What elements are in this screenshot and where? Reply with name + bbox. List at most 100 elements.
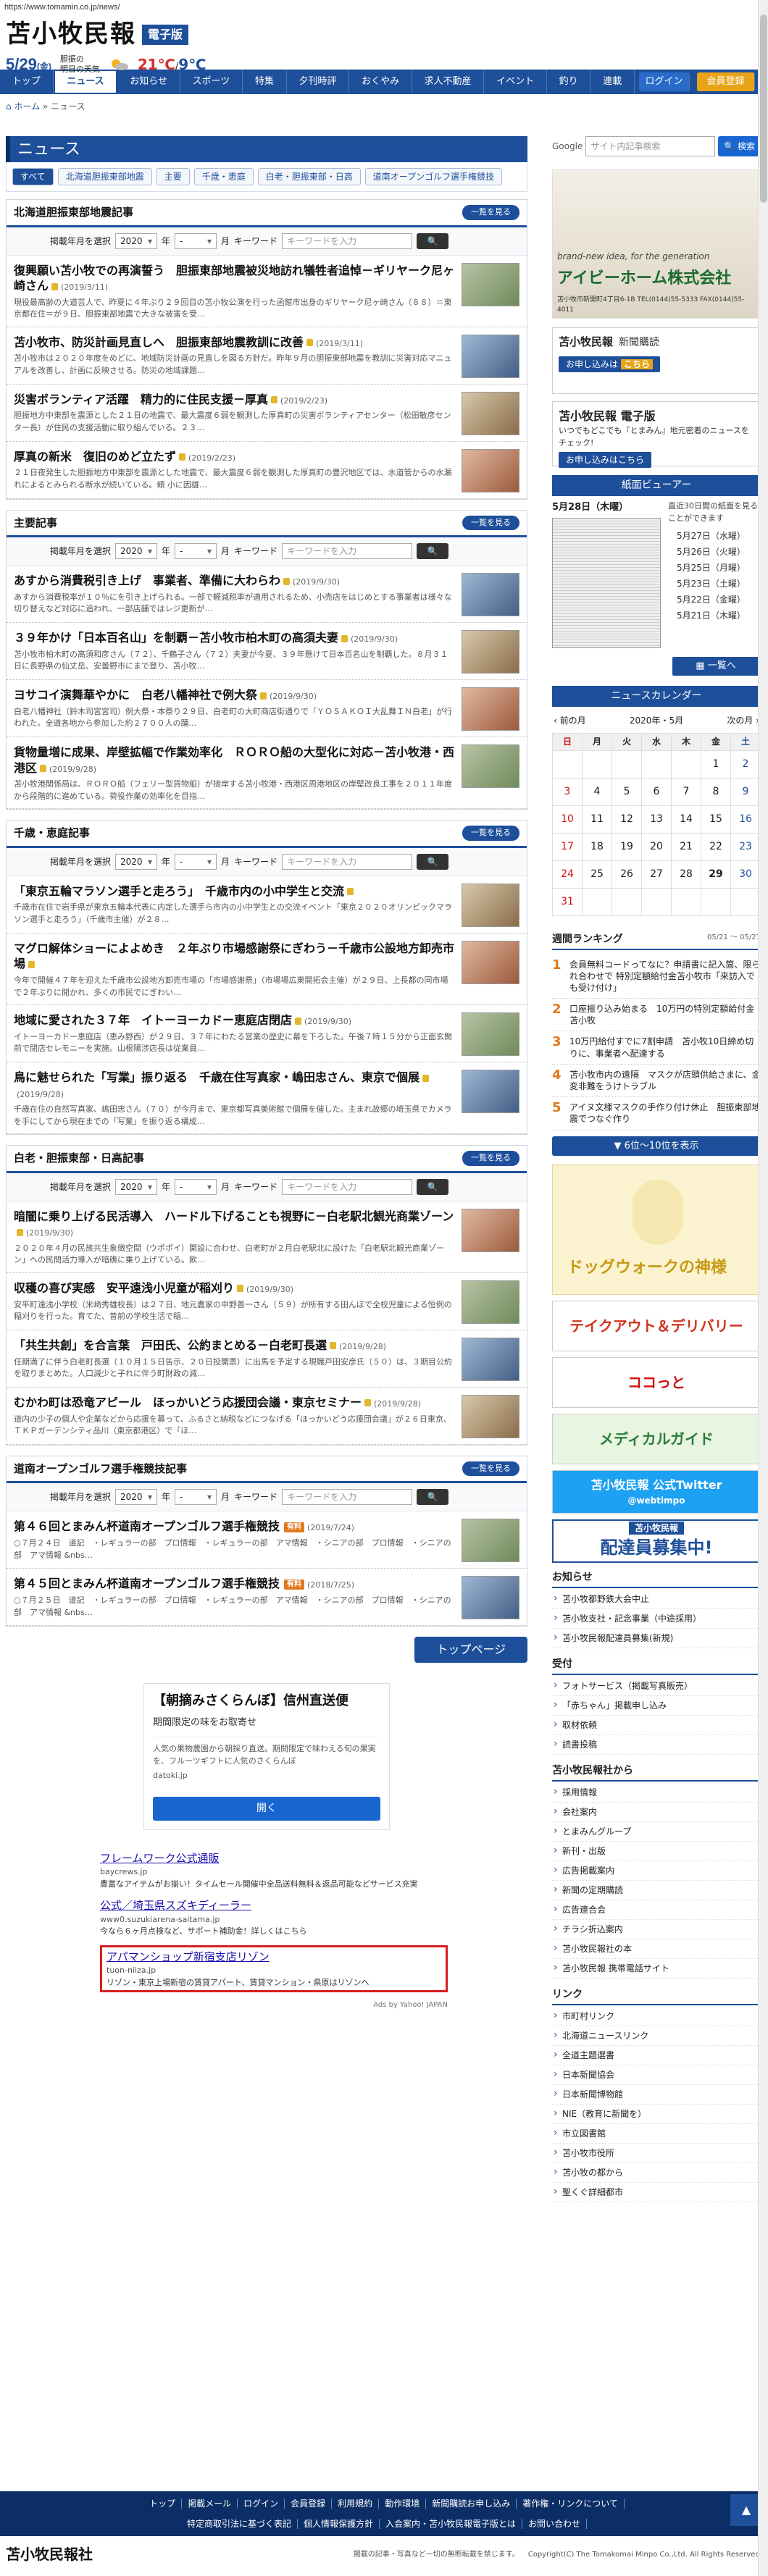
- calendar-day[interactable]: 9: [730, 777, 761, 806]
- article-title[interactable]: 災害ボランティア活躍 精力的に住民支援－厚真 (2019/2/23): [14, 392, 454, 408]
- paper-thumbnail[interactable]: [552, 518, 661, 648]
- filter-search-button[interactable]: 🔍: [417, 1178, 449, 1195]
- calendar-next[interactable]: 次の月 ›: [727, 714, 759, 727]
- sponsor-ad[interactable]: brand-new idea, for the generation アイビーホ…: [552, 169, 761, 319]
- sidebar-link[interactable]: 苫小牧市役所: [552, 2144, 761, 2164]
- article-thumbnail[interactable]: [462, 448, 519, 492]
- calendar-prev[interactable]: ‹ 前の月: [554, 714, 586, 727]
- calendar-day[interactable]: 31: [552, 887, 583, 916]
- article-thumbnail[interactable]: [462, 1012, 519, 1057]
- article-title[interactable]: 「東京五輪マラソン選手と走ろう」 千歳市内の小中学生と交流: [14, 884, 454, 899]
- sidebar-link[interactable]: チラシ折込案内: [552, 1920, 761, 1940]
- article-item[interactable]: 収穫の喜び実感 安平遠浅小児童が稲刈り (2019/9/30) 安平町遠浅小学校（米…: [7, 1273, 527, 1330]
- sidebar-link[interactable]: 会社案内: [552, 1803, 761, 1823]
- nav-jobs-realestate[interactable]: 求人不動産: [412, 70, 485, 94]
- article-title[interactable]: 貨物量増に成果、岸壁拡幅で作業効率化 ＲＯＲＯ船の大型化に対応－苫小牧港・西港区…: [14, 744, 454, 776]
- ranking-item[interactable]: 5 アイヌ文様マスクの手作り付け休止 胆振東部地震でつなぐ作り: [552, 1097, 761, 1130]
- keyword-input[interactable]: キーワードを入力: [282, 232, 413, 249]
- scrollbar[interactable]: [758, 0, 768, 2576]
- ranking-item[interactable]: 2 口座振り込み始まる 10万円の特別定額給付金 苫小牧: [552, 999, 761, 1032]
- sidebar-link[interactable]: 日本新聞博物館: [552, 2085, 761, 2105]
- filter-search-button[interactable]: 🔍: [417, 543, 449, 560]
- article-title[interactable]: 地域に愛された３７年 イトーヨーカドー恵庭店閉店 (2019/9/30): [14, 1012, 454, 1028]
- footer-link[interactable]: 特定商取引法に基づく表記: [180, 2519, 298, 2529]
- ad-banner[interactable]: 【朝摘みさくらんぼ】信州直送便 期間限定の味をお取寄せ 人気の果物農園から朝採り…: [143, 1683, 390, 1830]
- calendar-day[interactable]: 22: [701, 832, 731, 861]
- sidebar-link[interactable]: 採用情報: [552, 1783, 761, 1803]
- sidebar-link[interactable]: 北海道ニュースリンク: [552, 2026, 761, 2047]
- article-thumbnail[interactable]: [462, 1394, 519, 1438]
- cat-golf[interactable]: 道南オープンゴルフ選手権競技: [364, 168, 503, 185]
- footer-link[interactable]: お問い合わせ: [522, 2519, 588, 2529]
- nav-features[interactable]: 特集: [243, 70, 287, 94]
- login-button[interactable]: ログイン: [639, 72, 690, 91]
- calendar-day[interactable]: 24: [552, 860, 583, 889]
- article-thumbnail[interactable]: [462, 940, 519, 984]
- viewer-list-button[interactable]: ▦ 一覧へ: [672, 657, 759, 676]
- footer-link[interactable]: 新聞購読お申し込み: [426, 2499, 517, 2509]
- sidebar-link[interactable]: フォトサービス（掲載写真販売）: [552, 1677, 761, 1697]
- nav-events[interactable]: イベント: [484, 70, 547, 94]
- text-ad[interactable]: 公式／埼玉県スズキディーラー www0.suzukiarena-saitama.…: [100, 1897, 448, 1938]
- sidebar-link[interactable]: とまみんグループ: [552, 1822, 761, 1842]
- article-title[interactable]: マグロ解体ショーによよめき ２年ぶり市場感謝祭にぎわう－千歳市公設地方卸売市場: [14, 941, 454, 972]
- ranking-item[interactable]: 4 苫小牧市内の遠隔 マスクが店頭供給さまに、金変非難をうけトラブル: [552, 1065, 761, 1098]
- calendar-day[interactable]: 27: [641, 860, 672, 889]
- article-item[interactable]: マグロ解体ショーによよめき ２年ぶり市場感謝祭にぎわう－千歳市公設地方卸売市場今…: [7, 934, 527, 1006]
- article-title[interactable]: 収穫の喜び実感 安平遠浅小児童が稲刈り (2019/9/30): [14, 1280, 454, 1296]
- top-page-button[interactable]: トップページ: [414, 1637, 527, 1664]
- article-item[interactable]: 鳥に魅せられた「写業」振り返る 千歳在住写真家・嶋田忠さん、東京で個展 (2019…: [7, 1062, 527, 1135]
- calendar-day[interactable]: 28: [671, 860, 701, 889]
- keyword-input[interactable]: キーワードを入力: [282, 853, 413, 870]
- list-all-button[interactable]: 一覧を見る: [462, 1151, 519, 1166]
- sidebar-link[interactable]: 日本新聞協会: [552, 2065, 761, 2086]
- calendar-day[interactable]: 3: [552, 777, 583, 806]
- calendar-day[interactable]: 7: [671, 777, 701, 806]
- calendar-day[interactable]: 2: [730, 750, 761, 779]
- footer-link[interactable]: ログイン: [238, 2499, 285, 2509]
- sidebar-link[interactable]: 新聞の定期購読: [552, 1881, 761, 1901]
- sidebar-link[interactable]: 取材依頼: [552, 1716, 761, 1736]
- calendar-day[interactable]: 5: [612, 777, 642, 806]
- article-title[interactable]: 「共生共創」を合言葉 戸田氏、公約まとめる－白老町長選 (2019/9/28): [14, 1338, 454, 1354]
- article-title[interactable]: むかわ町は恐竜アピール ほっかいどう応援団会議・東京セミナー (2019/9/28…: [14, 1395, 454, 1411]
- text-ad[interactable]: フレームワーク公式通販 baycrews.jp 豊富なアイテムがお揃い！タイムセ…: [100, 1850, 448, 1891]
- sidebar-link[interactable]: 苫小牧民報 携帯電話サイト: [552, 1959, 761, 1979]
- calendar-day[interactable]: 13: [641, 805, 672, 834]
- year-select[interactable]: 2020: [115, 232, 158, 249]
- keyword-input[interactable]: キーワードを入力: [282, 1178, 413, 1195]
- month-select[interactable]: -: [175, 232, 217, 249]
- article-title[interactable]: 厚真の新米 復旧のめど立たず (2019/2/23): [14, 449, 454, 465]
- calendar-day[interactable]: 15: [701, 805, 731, 834]
- sidebar-link[interactable]: NIE（教育に新聞を）: [552, 2105, 761, 2125]
- month-select[interactable]: -: [175, 853, 217, 870]
- viewer-date[interactable]: 5月26日（火曜）: [677, 545, 746, 558]
- year-select[interactable]: 2020: [115, 853, 158, 870]
- register-button[interactable]: 会員登録: [697, 72, 755, 91]
- sidebar-link[interactable]: 市町村リンク: [552, 2007, 761, 2027]
- sidebar-link[interactable]: 苫小牧都野鉄大会中止: [552, 1590, 761, 1610]
- breadcrumb-home[interactable]: ⌂ ホーム: [6, 101, 40, 112]
- twitter-banner[interactable]: 苫小牧民報 公式Twitter @webtimpo: [552, 1470, 761, 1514]
- article-thumbnail[interactable]: [462, 1519, 519, 1563]
- footer-link[interactable]: 利用規約: [332, 2499, 380, 2509]
- viewer-date[interactable]: 5月25日（月曜）: [677, 561, 746, 574]
- article-title[interactable]: 暗闇に乗り上げる民活導入 ハードル下げることも視野に－白老駅北観光商業ゾーン (2…: [14, 1209, 454, 1240]
- footer-link[interactable]: 入会案内・苫小牧民報電子版とは: [380, 2519, 523, 2529]
- article-item[interactable]: むかわ町は恐竜アピール ほっかいどう応援団会議・東京セミナー (2019/9/28…: [7, 1388, 527, 1445]
- article-thumbnail[interactable]: [462, 573, 519, 617]
- article-item[interactable]: 厚真の新米 復旧のめど立たず (2019/2/23) ２１日夜発生した胆振地方中東部…: [7, 442, 527, 499]
- ranking-more-button[interactable]: ▼ 6位〜10位を表示: [552, 1136, 761, 1157]
- ranking-item[interactable]: 3 10万円給付すでに7割申請 苫小牧10日締め切りに、事業者へ配達する: [552, 1031, 761, 1065]
- article-thumbnail[interactable]: [462, 334, 519, 378]
- digital-signup-button[interactable]: お申し込みはこちら: [559, 452, 652, 468]
- viewer-date[interactable]: 5月23日（土曜）: [677, 577, 746, 590]
- site-logo[interactable]: 苫小牧民報 電子版: [6, 16, 189, 53]
- calendar-day[interactable]: 1: [701, 750, 731, 779]
- address-bar[interactable]: https://www.tomamin.co.jp/news/: [0, 0, 768, 13]
- article-title[interactable]: 鳥に魅せられた「写業」振り返る 千歳在住写真家・嶋田忠さん、東京で個展 (2019…: [14, 1070, 454, 1101]
- calendar-day[interactable]: 14: [671, 805, 701, 834]
- calendar-day[interactable]: 29: [701, 860, 731, 889]
- calendar-day[interactable]: 11: [582, 805, 612, 834]
- article-item[interactable]: 貨物量増に成果、岸壁拡幅で作業効率化 ＲＯＲＯ船の大型化に対応－苫小牧港・西港区…: [7, 737, 527, 810]
